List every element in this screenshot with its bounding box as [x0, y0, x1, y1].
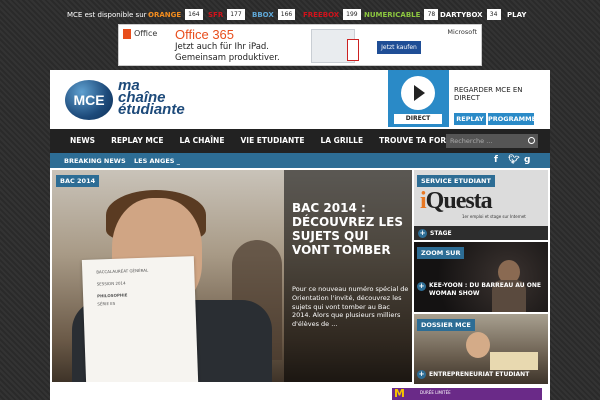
tablet-image	[347, 39, 359, 61]
ad-brand: Microsoft	[447, 28, 477, 36]
provider-freebox[interactable]: FREEBOX 199	[303, 9, 361, 20]
main-nav: NEWS REPLAY MCE LA CHAÎNE VIE ETUDIANTE …	[50, 129, 550, 153]
provider-play[interactable]: PLAY	[507, 9, 530, 20]
direct-label: DIRECT	[394, 114, 442, 124]
facebook-icon[interactable]: f	[494, 155, 498, 165]
search-input[interactable]: Recherche ...	[446, 134, 538, 148]
plus-icon: +	[417, 282, 426, 291]
ad-small-brand: Office	[134, 29, 158, 38]
provider-orange[interactable]: ORANGE 164	[148, 9, 203, 20]
channel-number: 164	[185, 9, 203, 20]
provider-numericable[interactable]: NUMERICABLE 78	[364, 9, 439, 20]
breaking-news-label: BREAKING NEWS	[64, 157, 126, 165]
card-dossier-mce[interactable]: DOSSIER MCE + ENTREPRENEURIAT ETUDIANT	[414, 314, 548, 384]
provider-dartybox[interactable]: DARTYBOX 34	[440, 9, 501, 20]
exam-paper-image: BACCALAURÉAT GÉNÉRAL SESSION 2014 PHILOS…	[81, 256, 199, 382]
provider-sfr[interactable]: SFR 177	[208, 9, 245, 20]
site-header: MCE ma chaîne étudiante DIRECT REGARDER …	[50, 70, 550, 129]
mce-logo[interactable]: MCE	[65, 80, 113, 120]
availability-label: MCE est disponible sur :	[67, 11, 152, 19]
office-365-banner-ad[interactable]: Office Office 365 Jetzt auch für Ihr iPa…	[118, 24, 482, 66]
card-caption: + ENTREPRENEURIAT ETUDIANT	[417, 369, 530, 379]
channel-number: 34	[486, 9, 501, 20]
play-button[interactable]	[401, 76, 435, 110]
iquesta-logo: iiQuestaQuesta	[420, 188, 493, 214]
plus-icon: +	[418, 228, 427, 238]
office-logo-icon	[123, 29, 131, 39]
ad-cta-button[interactable]: Jetzt kaufen	[377, 41, 421, 54]
hero-description: Pour ce nouveau numéro spécial de Orient…	[292, 285, 409, 329]
search-icon[interactable]	[528, 137, 535, 144]
ad-text: DURÉE LIMITÉE	[420, 390, 451, 395]
breaking-news-item[interactable]: LES ANGES _	[134, 157, 180, 165]
card-tag[interactable]: SERVICE ETUDIANT	[417, 175, 495, 187]
nav-news[interactable]: NEWS	[50, 129, 103, 153]
hero-title[interactable]: BAC 2014 : DÉCOUVREZ LES SUJETS QUI VONT…	[292, 201, 410, 258]
student-phone-image	[466, 332, 490, 358]
nav-vie-etudiante[interactable]: VIE ETUDIANTE	[232, 129, 312, 153]
card-caption: + KEE-YOON : DU BARREAU AU ONE WOMAN SHO…	[417, 282, 541, 298]
logo-text[interactable]: ma chaîne étudiante	[118, 78, 185, 117]
replay-button[interactable]: REPLAY	[454, 113, 486, 125]
card-tag[interactable]: ZOOM SUR	[417, 247, 465, 259]
nav-la-chaine[interactable]: LA CHAÎNE	[171, 129, 232, 153]
mcdonalds-ad[interactable]: M DURÉE LIMITÉE	[392, 388, 542, 400]
card-tag[interactable]: DOSSIER MCE	[417, 319, 475, 331]
mcdonalds-logo: M	[394, 387, 405, 400]
programme-button[interactable]: PROGRAMME	[488, 113, 536, 125]
nav-replay[interactable]: REPLAY MCE	[103, 129, 171, 153]
channel-number: 199	[343, 9, 361, 20]
ad-line-1: Jetzt auch für Ihr iPad.	[175, 42, 270, 52]
channel-number: 177	[227, 9, 245, 20]
ad-product: Office 365	[175, 27, 235, 42]
featured-article[interactable]: BACCALAURÉAT GÉNÉRAL SESSION 2014 PHILOS…	[52, 170, 412, 382]
iquesta-tagline: 1er emploi et stage sur Internet	[462, 214, 526, 219]
channel-number: 166	[277, 9, 296, 20]
hero-tag[interactable]: BAC 2014	[56, 175, 100, 187]
watch-live-link[interactable]: REGARDER MCE EN DIRECT	[454, 86, 550, 102]
google-plus-icon[interactable]: g	[524, 155, 530, 165]
ad-line-2: Gemeinsam produktiver.	[175, 53, 280, 63]
plus-icon: +	[417, 369, 426, 379]
channel-number: 78	[424, 9, 439, 20]
site-container: MCE ma chaîne étudiante DIRECT REGARDER …	[50, 70, 550, 400]
play-icon	[414, 85, 425, 101]
breaking-news-bar: BREAKING NEWS LES ANGES _ f 🐦︎ g	[50, 153, 550, 168]
nav-la-grille[interactable]: LA GRILLE	[312, 129, 371, 153]
provider-bbox[interactable]: BBOX 166	[252, 9, 296, 20]
live-player-box[interactable]: DIRECT	[388, 70, 449, 127]
twitter-icon[interactable]: 🐦︎	[508, 155, 519, 165]
card-service-etudiant[interactable]: SERVICE ETUDIANT iiQuestaQuesta 1er empl…	[414, 170, 548, 240]
card-caption: + STAGE	[414, 226, 548, 240]
card-zoom-sur[interactable]: ZOOM SUR + KEE-YOON : DU BARREAU AU ONE …	[414, 242, 548, 312]
provider-bar: MCE est disponible sur : ORANGE 164 SFR …	[0, 0, 600, 24]
